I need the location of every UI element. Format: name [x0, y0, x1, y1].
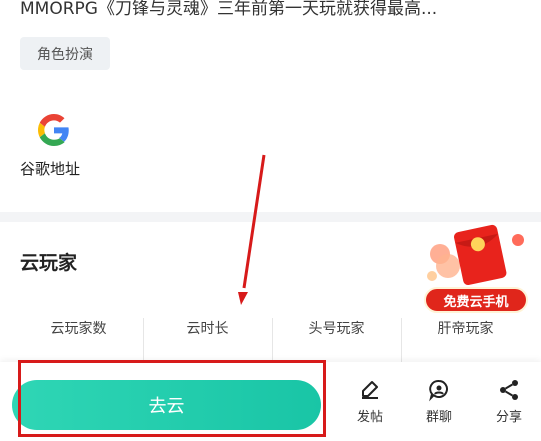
post-label: 发帖 — [356, 410, 383, 425]
stat-separator — [401, 318, 402, 362]
promo-badge[interactable]: 免费云手机 — [424, 287, 528, 313]
stat-hardcore-player: 肝帝玩家 — [401, 318, 530, 362]
game-description: MMORPG《刀锋与灵魂》三年前第一天玩就获得最高... — [20, 0, 438, 19]
stat-separator — [143, 318, 144, 362]
share-icon — [500, 380, 518, 400]
stat-cloud-time: 云时长 83 — [143, 318, 272, 385]
share-label: 分享 — [495, 410, 522, 425]
stat-label: 肝帝玩家 — [437, 321, 494, 337]
edit-icon — [362, 381, 378, 399]
chat-icon — [429, 379, 448, 402]
annotation-highlight-box — [18, 360, 326, 437]
section-title: 云玩家 — [20, 252, 78, 274]
google-link-label[interactable]: 谷歌地址 — [20, 158, 80, 179]
group-chat-button[interactable]: 群聊 — [414, 378, 464, 425]
post-button[interactable]: 发帖 — [345, 378, 395, 425]
stat-separator — [272, 318, 273, 362]
google-icon[interactable] — [38, 114, 70, 146]
stat-label: 云玩家数 — [50, 321, 107, 337]
stat-cloud-players: 云玩家数 13 — [14, 318, 143, 385]
group-chat-label: 群聊 — [425, 410, 452, 425]
stat-top-player: 头号玩家 — [272, 318, 401, 362]
share-button[interactable]: 分享 — [484, 378, 534, 425]
stats-row: 云玩家数 13 云时长 83 头号玩家 肝帝玩家 — [14, 318, 541, 385]
genre-tag[interactable]: 角色扮演 — [20, 37, 110, 70]
stat-label: 头号玩家 — [308, 321, 365, 337]
stat-label: 云时长 — [186, 321, 229, 337]
